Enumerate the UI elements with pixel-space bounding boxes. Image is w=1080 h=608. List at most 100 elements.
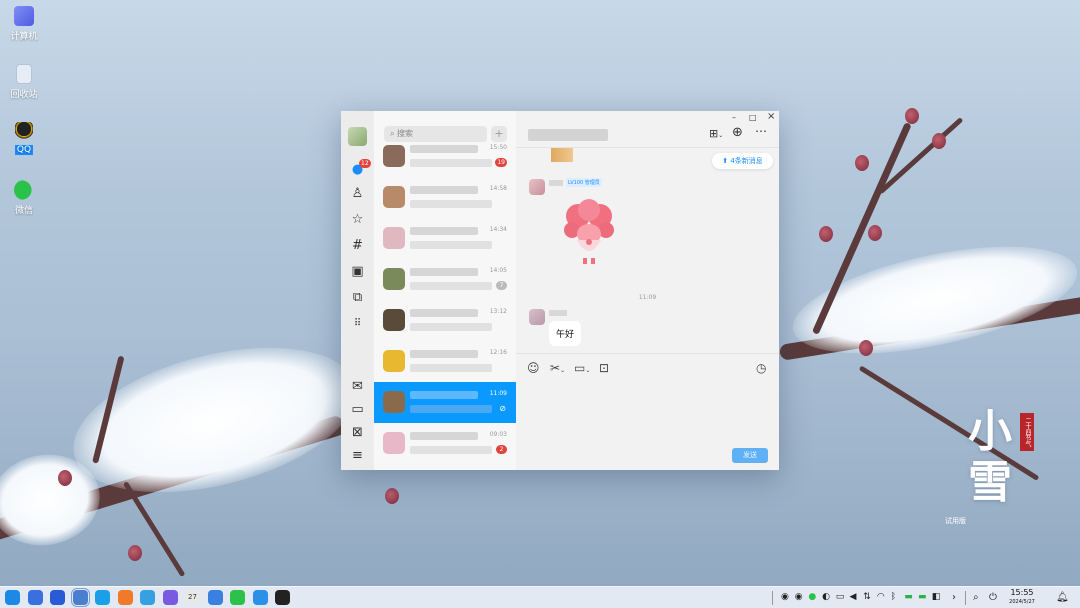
power-icon[interactable]: ⏻: [989, 592, 997, 603]
folder-send-icon[interactable]: ▭⌄: [574, 361, 590, 375]
message-input[interactable]: [524, 380, 772, 442]
history-clock-icon[interactable]: ◷: [756, 361, 766, 375]
home-icon[interactable]: [27, 590, 43, 605]
desktop-icon-label: 计算机: [10, 32, 38, 42]
notification-bell-icon[interactable]: 🔔︎: [1056, 592, 1069, 603]
conversation-name: [410, 227, 478, 235]
conversation-avatar: [383, 145, 405, 167]
calendar-icon[interactable]: 27: [185, 590, 200, 605]
mail-icon[interactable]: ✉: [350, 379, 365, 394]
trial-watermark: 试用版: [945, 517, 966, 525]
battery-2-icon[interactable]: ▬: [918, 592, 927, 602]
folder-icon[interactable]: ▭: [350, 402, 365, 417]
search-icon[interactable]: ⌕: [973, 592, 979, 603]
conversation-item[interactable]: 13:12: [374, 300, 516, 341]
settings-icon[interactable]: [207, 590, 223, 605]
bluetooth-icon[interactable]: ᛒ: [891, 592, 896, 602]
conversation-preview: [410, 364, 492, 372]
conversation-item[interactable]: 14:58: [374, 177, 516, 218]
app-store-icon[interactable]: [117, 590, 133, 605]
qq-icon[interactable]: [275, 590, 290, 605]
conversation-name: [410, 186, 478, 194]
switch-icon[interactable]: ◧: [932, 592, 941, 602]
conversation-time: 12:16: [489, 349, 507, 356]
multitask-icon[interactable]: [50, 590, 65, 605]
layout-grid-icon[interactable]: ⊞⌄: [709, 127, 723, 140]
sender-avatar: [529, 179, 545, 195]
computer-icon: [14, 6, 34, 26]
conversation-time: 14:34: [489, 226, 507, 233]
qq-window: ● 12 ♙ ☆ # ▣ ⧉ ⠿ ✉ ▭ ⊠ ≡ ⌕ 搜索 + 15:50 19 1…: [341, 111, 779, 470]
volume-icon[interactable]: ◀: [850, 592, 857, 602]
minimize-button[interactable]: –: [732, 113, 736, 122]
new-messages-pill[interactable]: ⬆ 4条新消息: [712, 153, 773, 169]
conversation-avatar: [383, 391, 405, 413]
battery-icon[interactable]: ▬: [904, 592, 913, 602]
conversation-time: 15:50: [489, 144, 507, 151]
more-apps-icon[interactable]: ⠿: [350, 316, 365, 331]
add-circle-icon[interactable]: ⊕: [732, 125, 743, 140]
unread-count-badge: 7: [496, 281, 507, 290]
chevron-right-icon[interactable]: ›: [952, 592, 956, 603]
wechat-icon[interactable]: [230, 590, 245, 605]
desktop-icon-label: 回收站: [10, 90, 38, 100]
desktop-icon-label: QQ: [14, 145, 34, 155]
image-icon[interactable]: ⊡: [599, 361, 609, 375]
input-method-icon[interactable]: ◐: [822, 592, 830, 602]
file-manager-icon[interactable]: [70, 588, 90, 607]
qq-tray-icon[interactable]: ◉: [781, 592, 789, 602]
mute-icon: ⊘: [499, 404, 506, 413]
keyboard-icon[interactable]: ▭: [836, 592, 845, 602]
menu-icon[interactable]: ≡: [350, 448, 365, 463]
qq-tray-icon-2[interactable]: ◉: [795, 592, 803, 602]
apps-icon[interactable]: ⧉: [350, 290, 365, 305]
conversation-time: 14:58: [489, 185, 507, 192]
favorites-icon[interactable]: ⊠: [350, 425, 365, 440]
emoji-icon[interactable]: ☺: [527, 361, 540, 375]
launcher-icon[interactable]: [5, 590, 20, 605]
wifi-icon[interactable]: ◠: [877, 592, 885, 602]
conversation-avatar: [383, 227, 405, 249]
conversation-time: 11:09: [489, 390, 507, 397]
sender-tag: LV100 管理员: [566, 178, 602, 187]
conversation-item[interactable]: 12:16: [374, 341, 516, 382]
message-bubble[interactable]: 午好: [549, 321, 582, 346]
clock-time: 15:55: [1010, 588, 1034, 597]
channel-hash-icon[interactable]: #: [350, 238, 365, 253]
conversation-item[interactable]: 11:09 ⊘: [374, 382, 516, 423]
star-icon[interactable]: ☆: [350, 212, 365, 227]
video-icon[interactable]: ▣: [350, 264, 365, 279]
conversation-item[interactable]: 09:03 2: [374, 423, 516, 464]
conversation-item[interactable]: 14:05 7: [374, 259, 516, 300]
maximize-button[interactable]: □: [749, 113, 757, 122]
tray-divider: [965, 591, 966, 605]
browser-icon[interactable]: [95, 590, 110, 605]
sticker-image: [564, 199, 614, 264]
music-icon[interactable]: [162, 590, 178, 605]
close-button[interactable]: ×: [767, 111, 775, 122]
conversation-item[interactable]: 15:50 19: [374, 136, 516, 177]
composer: ☺ ✂⌄ ▭⌄ ⊡ ◷ 发送: [516, 353, 779, 470]
conversation-preview: [410, 282, 492, 290]
conversation-name: [410, 350, 478, 358]
sender-name: [549, 180, 563, 186]
conversation-preview: [410, 241, 492, 249]
network-icon[interactable]: ⇅: [863, 592, 871, 602]
desktop-icon-computer[interactable]: 计算机: [4, 6, 44, 42]
conversation-item[interactable]: 14:34: [374, 218, 516, 259]
clock[interactable]: 15:55 2024/5/27: [1006, 588, 1038, 606]
desktop-icon-qq[interactable]: QQ: [4, 122, 44, 155]
desktop-icon-recycle-bin[interactable]: 回收站: [4, 64, 44, 100]
gallery-icon[interactable]: [252, 590, 268, 605]
screenshot-scissors-icon[interactable]: ✂⌄: [550, 361, 565, 375]
user-avatar[interactable]: [348, 127, 367, 146]
conversation-time: 14:05: [489, 267, 507, 274]
wechat-tray-icon[interactable]: ●: [808, 592, 816, 602]
conversation-name: [410, 309, 478, 317]
more-icon[interactable]: ⋯: [755, 124, 767, 138]
send-button[interactable]: 发送: [732, 448, 768, 463]
photos-icon[interactable]: [140, 590, 155, 605]
conversation-name: [410, 391, 478, 399]
contacts-icon[interactable]: ♙: [350, 186, 365, 201]
desktop-icon-wechat[interactable]: 微信: [4, 180, 44, 216]
